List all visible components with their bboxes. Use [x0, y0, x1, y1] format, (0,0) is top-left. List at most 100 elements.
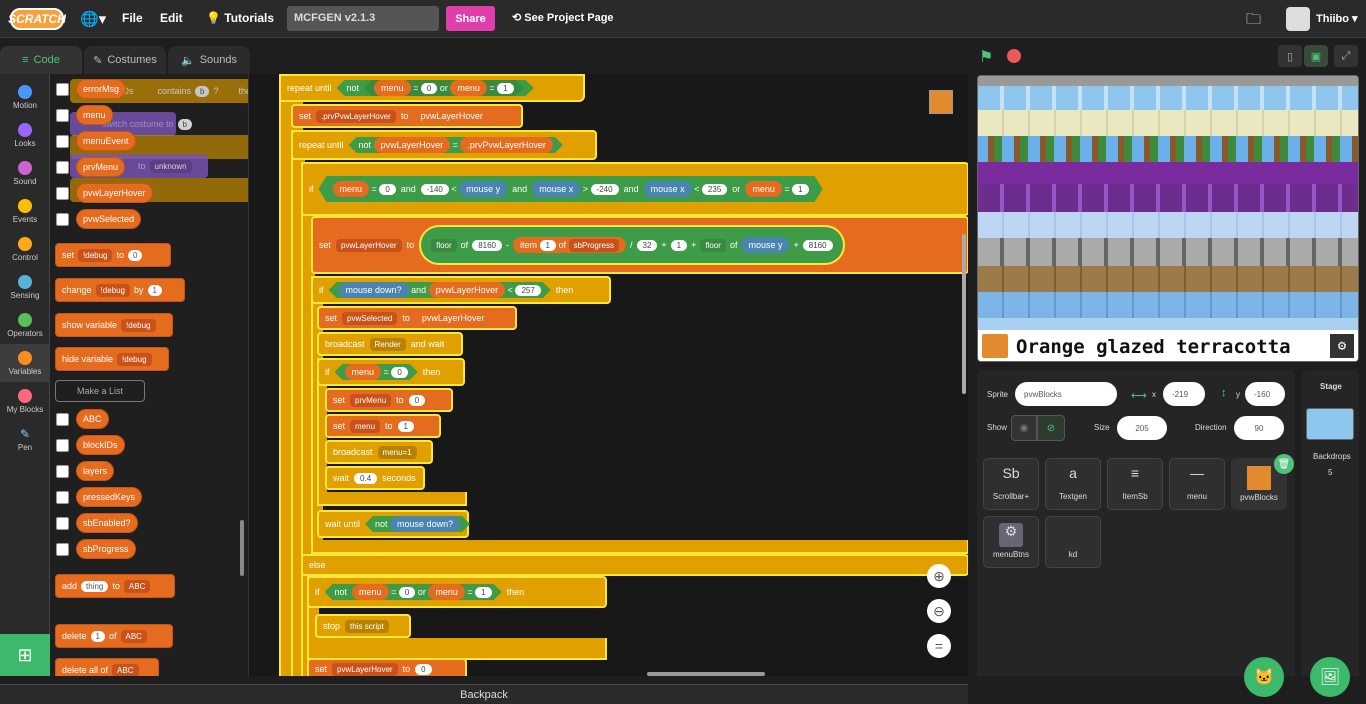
var-checkbox[interactable]: [56, 83, 69, 96]
globe-icon[interactable]: 🌐▾: [80, 10, 106, 28]
hide-variable-block[interactable]: hide variable !debug: [55, 347, 169, 371]
sprite-tile[interactable]: kd: [1045, 516, 1101, 568]
zoom-reset-icon[interactable]: =: [927, 634, 951, 658]
x-input[interactable]: -219: [1163, 382, 1205, 406]
sprite-name-input[interactable]: pvwBlocks: [1015, 382, 1117, 406]
var-checkbox[interactable]: [56, 213, 69, 226]
stage-canvas[interactable]: Orange glazed terracotta ⚙: [977, 75, 1359, 362]
tab-costumes[interactable]: ✎ Costumes: [84, 46, 166, 74]
tab-sounds[interactable]: 🔈 Sounds: [168, 46, 250, 74]
file-menu[interactable]: File: [122, 11, 143, 25]
if-mouse-down-block[interactable]: if mouse down? and pvwLayerHover < 257 t…: [311, 276, 611, 304]
show-eye-icon[interactable]: ◉: [1011, 415, 1037, 441]
category-motion[interactable]: Motion: [0, 78, 50, 116]
list-reporter[interactable]: layers: [76, 461, 115, 481]
list-checkbox[interactable]: [56, 465, 69, 478]
palette-scrollbar[interactable]: [240, 520, 244, 576]
category-my-blocks[interactable]: My Blocks: [0, 382, 50, 420]
scratch-logo[interactable]: SCRATCH: [8, 8, 66, 30]
fullscreen-icon[interactable]: ⤢: [1334, 45, 1358, 67]
list-reporter[interactable]: sbProgress: [76, 539, 136, 559]
add-to-list-block[interactable]: add thing to ABC: [55, 574, 175, 598]
set-prvMenu-block[interactable]: set prvMenu to 0: [325, 388, 453, 412]
gear-icon[interactable]: ⚙: [1330, 334, 1354, 358]
green-flag-icon[interactable]: ⚑: [979, 47, 993, 67]
size-input[interactable]: 205: [1117, 416, 1167, 440]
share-button[interactable]: Share: [446, 6, 495, 31]
if-block-mouse-range[interactable]: if menu = 0 and -140 < mouse y and mouse…: [301, 162, 968, 216]
list-checkbox[interactable]: [56, 517, 69, 530]
list-checkbox[interactable]: [56, 413, 69, 426]
if-menu-zero-block[interactable]: if menu = 0 then: [317, 358, 465, 386]
trash-icon[interactable]: 🗑: [1274, 454, 1294, 474]
var-checkbox[interactable]: [56, 161, 69, 174]
category-looks[interactable]: Looks: [0, 116, 50, 154]
backpack-bar[interactable]: Backpack: [0, 684, 968, 704]
wait-until-block[interactable]: wait until not mouse down?: [317, 510, 469, 538]
list-checkbox[interactable]: [56, 439, 69, 452]
var-reporter[interactable]: menu: [76, 105, 113, 125]
category-sound[interactable]: Sound: [0, 154, 50, 192]
make-a-list-button[interactable]: Make a List: [55, 380, 145, 402]
category-operators[interactable]: Operators: [0, 306, 50, 344]
broadcast-and-wait-block[interactable]: broadcast Render and wait: [317, 332, 463, 356]
set-menu-block[interactable]: set menu to 1: [325, 414, 441, 438]
list-checkbox[interactable]: [56, 543, 69, 556]
change-variable-block[interactable]: change !debug by 1: [55, 278, 185, 302]
var-checkbox[interactable]: [56, 109, 69, 122]
broadcast-menu-block[interactable]: broadcast menu=1: [325, 440, 433, 464]
var-checkbox[interactable]: [56, 187, 69, 200]
sprite-tile[interactable]: Sb Scrollbar+: [983, 458, 1039, 510]
var-reporter[interactable]: errorMsg: [76, 79, 127, 99]
edit-menu[interactable]: Edit: [160, 11, 183, 25]
var-reporter[interactable]: prvMenu: [76, 157, 126, 177]
var-reporter[interactable]: pvwSelected: [76, 209, 142, 229]
normal-stage-icon[interactable]: ▣: [1304, 45, 1328, 67]
category-control[interactable]: Control: [0, 230, 50, 268]
tutorials-menu[interactable]: 💡 Tutorials: [206, 11, 274, 25]
small-stage-icon[interactable]: ▯: [1278, 45, 1302, 67]
set-prvPvwLayerHover-block[interactable]: set .prvPvwLayerHover to pvwLayerHover: [291, 104, 523, 128]
add-extension-button[interactable]: ⊞: [0, 634, 50, 676]
repeat-until-block[interactable]: repeat until not menu = 0 or menu = 1: [279, 74, 585, 102]
list-reporter[interactable]: ABC: [76, 409, 109, 429]
sprite-tile[interactable]: ⚙ menuBtns: [983, 516, 1039, 568]
my-stuff-folder-icon[interactable]: 🗀: [1246, 9, 1261, 34]
set-pvwSelected-block[interactable]: set pvwSelected to pvwLayerHover: [317, 306, 517, 330]
add-backdrop-icon[interactable]: 🖼: [1310, 657, 1350, 697]
stage-selector[interactable]: Stage Backdrops 5: [1302, 370, 1359, 676]
set-pvwLayerHover-zero-block[interactable]: set pvwLayerHover to 0: [307, 658, 467, 676]
zoom-out-icon[interactable]: ⊖: [927, 599, 951, 623]
category-pen[interactable]: ✎ Pen: [0, 420, 50, 458]
category-variables[interactable]: Variables: [0, 344, 50, 382]
list-reporter[interactable]: blockIDs: [76, 435, 125, 455]
stop-icon[interactable]: [1007, 49, 1021, 63]
category-sensing[interactable]: Sensing: [0, 268, 50, 306]
if-menu-or-block[interactable]: if not menu = 0 or menu = 1 then: [307, 576, 607, 608]
delete-of-list-block[interactable]: delete 1 of ABC: [55, 624, 173, 648]
account-menu[interactable]: Thiibo ▾: [1316, 12, 1358, 25]
script-area[interactable]: repeat until not menu = 0 or menu = 1 se…: [248, 74, 968, 676]
stop-block[interactable]: stop this script: [315, 614, 411, 638]
wait-block[interactable]: wait 0.4 seconds: [325, 466, 425, 490]
direction-input[interactable]: 90: [1234, 416, 1284, 440]
add-sprite-cat-icon[interactable]: 🐱: [1244, 657, 1284, 697]
var-checkbox[interactable]: [56, 135, 69, 148]
sprite-tile[interactable]: a Textgen: [1045, 458, 1101, 510]
tab-code[interactable]: ≡ Code: [0, 46, 82, 74]
y-input[interactable]: -160: [1245, 382, 1285, 406]
sprite-tile[interactable]: — menu: [1169, 458, 1225, 510]
script-horizontal-scrollbar[interactable]: [647, 672, 765, 676]
list-reporter[interactable]: pressedKeys: [76, 487, 143, 507]
show-variable-block[interactable]: show variable !debug: [55, 313, 173, 337]
avatar[interactable]: [1286, 7, 1310, 31]
var-reporter[interactable]: menuEvent: [76, 131, 136, 151]
list-checkbox[interactable]: [56, 491, 69, 504]
set-variable-block[interactable]: set !debug to 0: [55, 243, 171, 267]
inner-repeat-until-block[interactable]: repeat until not pvwLayerHover = .prvPvw…: [291, 130, 597, 160]
category-events[interactable]: Events: [0, 192, 50, 230]
hide-eye-icon[interactable]: ⊘: [1037, 415, 1065, 441]
list-reporter[interactable]: sbEnabled?: [76, 513, 138, 533]
delete-all-of-list-block[interactable]: delete all of ABC: [55, 658, 159, 676]
zoom-in-icon[interactable]: ⊕: [927, 564, 951, 588]
